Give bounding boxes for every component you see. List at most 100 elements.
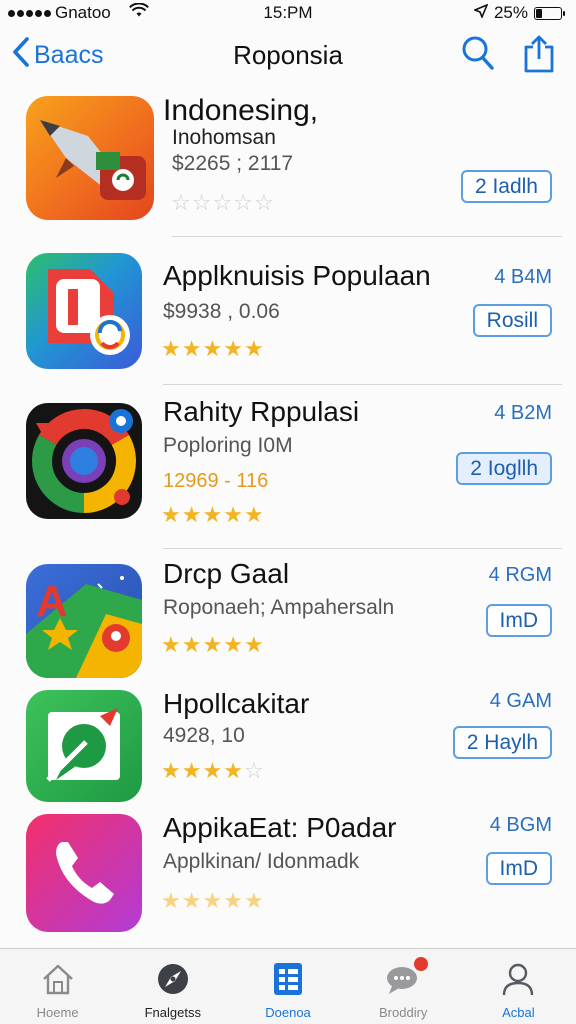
back-button[interactable]: Baacs (12, 36, 103, 75)
app-title: Hpollcakitar (163, 688, 310, 719)
tab-messages[interactable]: Broddiry (346, 949, 461, 1024)
app-title: Applknuisis Populaan (163, 260, 431, 291)
tab-label: Fnalgetss (144, 1005, 201, 1020)
app-action-button[interactable]: 2 Iogllh (456, 452, 552, 485)
tab-label: Broddiry (379, 1005, 428, 1020)
app-subtitle: Poploring I0M (163, 434, 293, 457)
person-icon (500, 961, 536, 997)
status-time: 15:PM (263, 3, 313, 22)
app-size: 4 B4M (494, 266, 552, 288)
star-filled-icon: ★ (181, 502, 202, 527)
navigation-bar: Baacs Roponsia (0, 26, 576, 88)
app-title: AppikaEat: P0adar (163, 812, 397, 843)
star-filled-icon: ★ (223, 336, 243, 361)
search-icon[interactable] (460, 34, 496, 79)
b-logo-icon[interactable] (26, 253, 142, 369)
app-row[interactable]: Indonesing, Inohomsan $2265 ; 2117 2 Iad… (0, 88, 576, 238)
rating-stars: ★ ★ ★ ★ ☆ (161, 760, 264, 782)
app-action-button[interactable]: ImD (485, 604, 552, 637)
app-action-button[interactable]: ImD (485, 852, 552, 885)
tab-label: Doenoa (265, 1005, 311, 1020)
tab-featured[interactable]: Fnalgetss (115, 949, 230, 1024)
star-empty-icon: ☆ (233, 190, 253, 215)
compass-icon (155, 961, 191, 997)
chrome-ring-icon[interactable] (26, 403, 142, 519)
star-empty-icon: ☆ (253, 190, 274, 215)
star-empty-icon: ☆ (243, 758, 264, 783)
chat-bubble-icon (384, 957, 429, 997)
star-filled-icon: ★ (243, 336, 264, 361)
tab-home[interactable]: Hoeme (0, 949, 115, 1024)
app-size: 4 RGM (488, 564, 552, 586)
star-filled-icon: ★ (202, 632, 223, 657)
battery-icon (534, 6, 565, 20)
star-empty-icon: ☆ (191, 190, 212, 215)
app-row[interactable]: Hpollcakitar 4 GAM 4928, 10 2 Haylh ★ ★ ★ ★… (0, 678, 576, 804)
app-store-screen: Gnatoo 15:PM 25% Baacs Roponsia Indonesi… (0, 0, 576, 1024)
star-filled-icon: ★ (223, 888, 243, 913)
share-icon[interactable] (522, 34, 556, 79)
app-subtitle: Inohomsan (172, 126, 276, 149)
star-filled-icon: ★ (181, 888, 202, 913)
star-filled-icon: ★ (243, 888, 264, 913)
star-filled-icon: ★ (161, 632, 181, 657)
app-price: $2265 ; 2117 (172, 152, 294, 175)
app-action-button[interactable]: 2 Iadlh (460, 170, 552, 203)
star-filled-icon: ★ (202, 502, 223, 527)
star-filled-icon: ★ (243, 502, 264, 527)
star-filled-icon: ★ (223, 502, 243, 527)
chat-pin-icon[interactable] (26, 690, 142, 802)
app-size: 4 GAM (489, 690, 552, 712)
app-size: 4 BGM (489, 814, 552, 836)
rating-stars: ★ ★ ★ ★ ★ (161, 504, 264, 526)
tab-label: Hoeme (36, 1005, 79, 1020)
notification-badge (414, 957, 429, 971)
star-filled-icon: ★ (161, 888, 181, 913)
star-filled-icon: ★ (223, 758, 243, 783)
row-divider (172, 236, 562, 237)
nav-actions (460, 34, 556, 79)
star-filled-icon: ★ (181, 632, 202, 657)
tab-apps[interactable]: Doenoa (230, 949, 345, 1024)
app-subtitle: Applkinan/ Idonmadk (163, 850, 360, 873)
app-row[interactable]: Applknuisis Populaan 4 B4M $9938 , 0.06 … (0, 238, 576, 386)
app-row[interactable]: A Drcp Gaal 4 RGM Roponaeh; Ampahersaln … (0, 550, 576, 678)
phone-icon[interactable] (26, 814, 142, 932)
app-size: 4 B2M (494, 402, 552, 424)
tab-account[interactable]: Acbal (461, 949, 576, 1024)
star-filled-icon: ★ (202, 888, 223, 913)
app-title: Drcp Gaal (163, 558, 290, 589)
tab-label: Acbal (502, 1005, 535, 1020)
row-divider (163, 548, 562, 549)
star-filled-icon: ★ (181, 758, 202, 783)
app-title: Indonesing, (163, 94, 319, 127)
app-title: Rahity Rppulasi (163, 396, 360, 427)
star-filled-icon: ★ (202, 336, 223, 361)
battery-fill (536, 8, 542, 18)
app-price: $9938 , 0.06 (163, 300, 280, 323)
home-icon (40, 961, 76, 997)
app-row[interactable]: AppikaEat: P0adar 4 BGM Applkinan/ Idonm… (0, 804, 576, 944)
back-label: Baacs (34, 41, 104, 69)
star-filled-icon: ★ (223, 632, 243, 657)
chevron-left-icon (12, 36, 30, 75)
rating-stars: ★ ★ ★ ★ ★ (161, 634, 264, 656)
star-empty-icon: ☆ (171, 190, 191, 215)
rocket-game-icon[interactable] (26, 96, 154, 220)
rating-stars: ★ ★ ★ ★ ★ (161, 338, 264, 360)
app-price: 12969 - 116 (163, 470, 269, 492)
star-filled-icon: ★ (181, 336, 202, 361)
star-filled-icon: ★ (161, 758, 181, 783)
app-action-button[interactable]: 2 Haylh (452, 726, 552, 759)
rating-stars: ★ ★ ★ ★ ★ (161, 890, 264, 912)
star-filled-icon: ★ (243, 632, 264, 657)
app-action-button[interactable]: Rosill (472, 304, 552, 337)
app-row[interactable]: Rahity Rppulasi 4 B2M Poploring I0M 2 Io… (0, 386, 576, 550)
maps-a-icon[interactable]: A (26, 564, 142, 678)
status-bar: Gnatoo 15:PM 25% (0, 0, 576, 26)
rating-stars: ☆ ☆ ☆ ☆ ☆ (171, 192, 274, 214)
star-empty-icon: ☆ (212, 190, 233, 215)
star-filled-icon: ★ (202, 758, 223, 783)
app-price: 4928, 10 (163, 724, 245, 747)
svg-text:A: A (36, 577, 68, 626)
